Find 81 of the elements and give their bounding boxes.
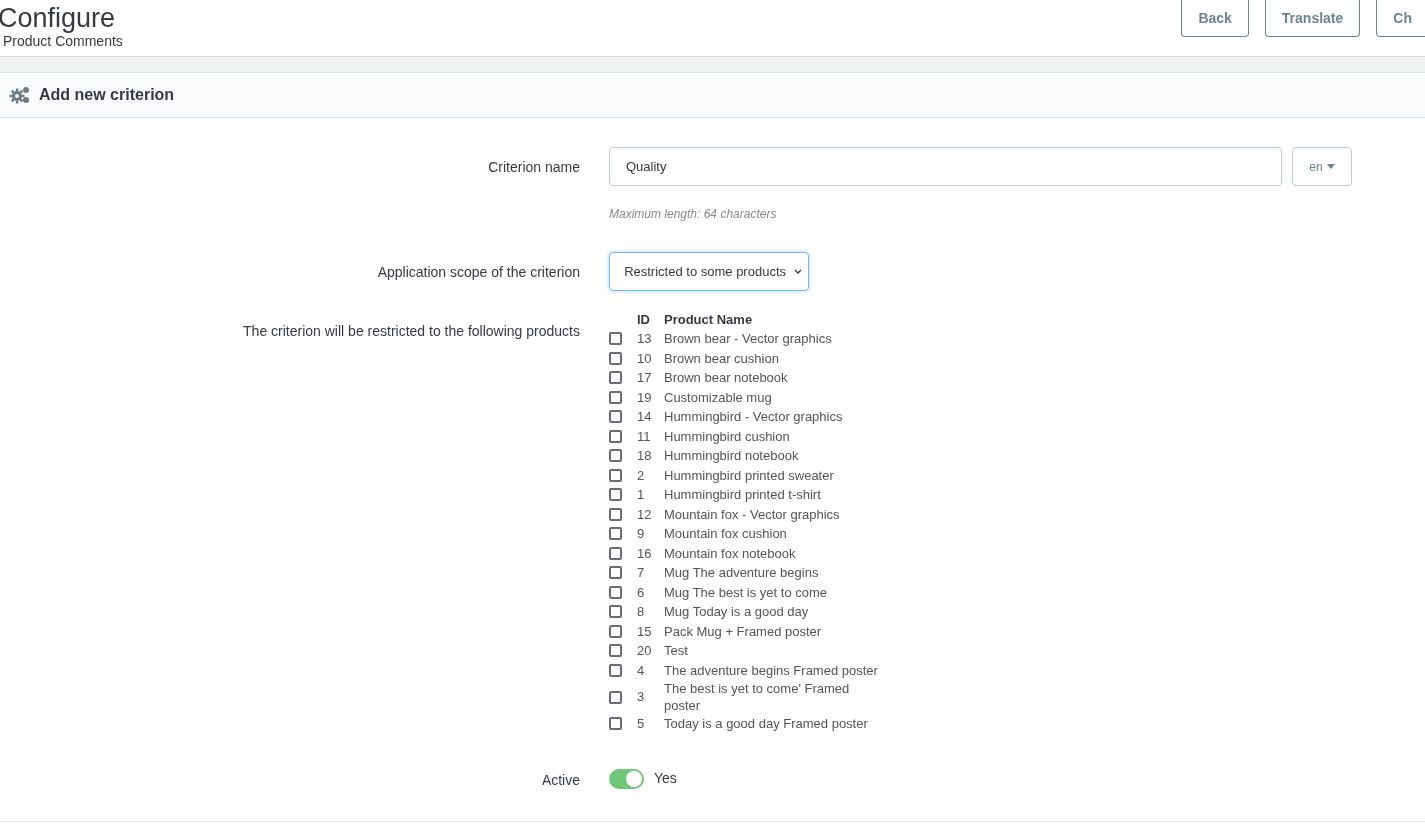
page-title: Configure (0, 4, 117, 32)
toolbar-button[interactable]: Ch (1376, 0, 1425, 37)
product-name: Hummingbird printed sweater (664, 466, 835, 484)
product-id: 10 (637, 349, 653, 368)
field-label: Active (540, 770, 580, 790)
product-id: 8 (637, 603, 646, 621)
checkbox[interactable] (609, 527, 622, 541)
help-text: Maximum length: 64 characters (609, 206, 778, 223)
product-id: 17 (637, 369, 653, 387)
field-label: The criterion will be restricted to the following products (242, 322, 580, 341)
checkbox[interactable] (609, 605, 622, 619)
caret-icon (1326, 164, 1335, 169)
product-id: 20 (637, 642, 653, 660)
checkbox[interactable] (609, 390, 622, 404)
product-id: 11 (637, 427, 652, 446)
chevron-down-icon (794, 268, 802, 275)
product-name: Mug The adventure begins (664, 564, 820, 582)
product-name: Mountain fox - Vector graphics (664, 505, 841, 523)
language-dropdown[interactable]: en (1292, 147, 1352, 186)
checkbox[interactable] (609, 351, 622, 365)
product-name: Brown bear - Vector graphics (664, 330, 833, 348)
product-name: Customizable mug (664, 388, 773, 406)
product-id: 12 (637, 505, 653, 524)
checkbox[interactable] (609, 624, 622, 638)
toggle-label: Yes (654, 769, 677, 788)
product-id: 4 (637, 661, 646, 680)
checkbox[interactable] (609, 644, 622, 658)
checkbox[interactable] (609, 410, 622, 424)
field-label: Criterion name (487, 158, 580, 177)
checkbox[interactable] (609, 546, 622, 560)
column-header: ID (637, 310, 651, 329)
product-id: 18 (637, 447, 653, 465)
product-id: 5 (637, 715, 646, 733)
product-id: 7 (637, 564, 646, 582)
product-id: 19 (637, 388, 653, 407)
checkbox[interactable] (609, 663, 622, 677)
checkbox[interactable] (609, 717, 622, 731)
checkbox[interactable] (609, 429, 622, 443)
product-name: The best is yet to come' Framed poster (664, 680, 851, 714)
criterion-name-field[interactable]: Quality (609, 147, 1282, 186)
product-id: 14 (637, 408, 653, 426)
product-name: Pack Mug + Framed poster (664, 622, 823, 640)
checkbox[interactable] (609, 566, 622, 580)
checkbox[interactable] (609, 585, 622, 599)
checkbox[interactable] (609, 371, 622, 385)
product-id: 13 (637, 330, 653, 348)
toggle-switch[interactable] (609, 768, 644, 789)
product-name: Mountain fox cushion (664, 525, 788, 543)
product-name: Hummingbird notebook (664, 447, 800, 465)
product-id: 9 (637, 525, 646, 543)
product-name: Test (664, 642, 689, 660)
checkbox[interactable] (609, 507, 622, 521)
toolbar-button[interactable]: Translate (1264, 0, 1361, 37)
product-name: Brown bear notebook (664, 369, 789, 387)
product-name: The adventure begins Framed poster (664, 661, 879, 679)
page-subtitle: Product Comments (3, 33, 123, 49)
product-name: Hummingbird printed t-shirt (664, 486, 822, 504)
checkbox[interactable] (609, 332, 622, 346)
product-name: Today is a good day Framed poster (664, 715, 869, 733)
product-id: 2 (637, 466, 646, 485)
product-name: Mug Today is a good day (664, 603, 810, 621)
product-name: Mountain fox notebook (664, 544, 797, 562)
checkbox[interactable] (609, 468, 622, 482)
product-name: Mug The best is yet to come (664, 583, 829, 601)
product-id: 6 (637, 583, 646, 602)
checkbox[interactable] (609, 488, 622, 502)
checkbox[interactable] (609, 690, 622, 704)
product-id: 1 (637, 486, 646, 504)
scope-select[interactable]: Restricted to some products (609, 252, 809, 291)
product-name: Brown bear cushion (664, 349, 780, 367)
product-id: 15 (637, 622, 653, 641)
product-id: 16 (637, 544, 653, 563)
field-label: Application scope of the criterion (376, 263, 580, 282)
panel-title: Add new criterion (39, 85, 175, 105)
product-name: Hummingbird - Vector graphics (664, 408, 844, 426)
checkbox[interactable] (609, 449, 622, 463)
product-id: 3 (637, 688, 646, 707)
gears-icon (9, 85, 31, 105)
product-name: Hummingbird cushion (664, 427, 791, 445)
column-header: Product Name (664, 310, 753, 329)
toolbar-button[interactable]: Back (1181, 0, 1249, 37)
